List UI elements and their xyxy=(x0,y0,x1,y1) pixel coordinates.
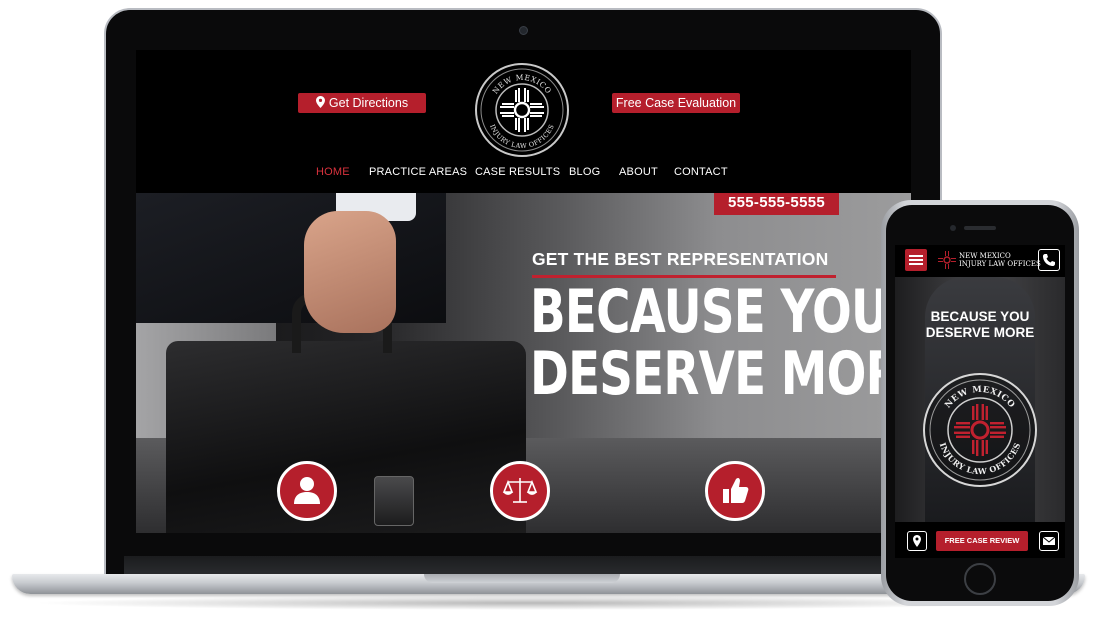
mobile-headline-line1: BECAUSE YOU xyxy=(930,309,1030,324)
mobile-seal-logo: NEW MEXICO INJURY LAW OFFICES xyxy=(922,372,1038,488)
hero-banner: 555-555-5555 GET THE BEST REPRESENTATION… xyxy=(136,193,911,533)
hero-tagline: GET THE BEST REPRESENTATION xyxy=(532,249,829,269)
phone-icon[interactable] xyxy=(1038,249,1060,271)
menu-icon[interactable] xyxy=(905,249,927,271)
nav-item-practice-areas[interactable]: PRACTICE AREAS xyxy=(369,166,467,178)
phone-camera xyxy=(950,225,956,231)
free-case-evaluation-button[interactable]: Free Case Evaluation xyxy=(612,93,740,113)
site-logo[interactable]: NEW MEXICO INJURY LAW OFFICES xyxy=(474,62,570,158)
mobile-logo-line2: INJURY LAW OFFICES xyxy=(959,260,1041,268)
hero-hand xyxy=(304,211,396,333)
mobile-hero: BECAUSE YOU DESERVE MORE NEW MEXICO INJU… xyxy=(895,277,1065,522)
nav-item-case-results[interactable]: CASE RESULTS xyxy=(475,166,560,178)
person-icon[interactable] xyxy=(277,461,337,521)
mail-icon[interactable] xyxy=(1039,531,1059,551)
hero-briefcase-image xyxy=(166,341,526,533)
phone-speaker xyxy=(964,226,996,230)
mobile-headline: BECAUSE YOU DESERVE MORE xyxy=(895,309,1065,341)
nav-item-about[interactable]: ABOUT xyxy=(619,166,658,178)
get-directions-label: Get Directions xyxy=(328,96,409,110)
briefcase-latch xyxy=(374,476,414,526)
phone-number-badge[interactable]: 555-555-5555 xyxy=(714,193,839,215)
map-pin-icon xyxy=(315,94,325,114)
map-pin-icon[interactable] xyxy=(907,531,927,551)
laptop-shadow xyxy=(30,596,1030,610)
phone-home-button[interactable] xyxy=(964,563,996,595)
mobile-header: NEW MEXICO INJURY LAW OFFICES xyxy=(895,245,1065,277)
thumbs-up-icon[interactable] xyxy=(705,461,765,521)
hero-headline-line1: BECAUSE YOU xyxy=(530,277,889,347)
laptop-camera xyxy=(519,26,528,35)
mobile-footer-bar: FREE CASE REVIEW xyxy=(895,522,1065,558)
mobile-logo-mark xyxy=(938,251,956,269)
desktop-website-screen: Get Directions Free Case Evaluation NEW … xyxy=(136,50,911,533)
mobile-logo-text[interactable]: NEW MEXICO INJURY LAW OFFICES xyxy=(959,252,1041,268)
free-case-review-button[interactable]: FREE CASE REVIEW xyxy=(936,531,1028,551)
mobile-logo-line1: NEW MEXICO xyxy=(959,252,1011,260)
get-directions-button[interactable]: Get Directions xyxy=(298,93,426,113)
mobile-headline-line2: DESERVE MORE xyxy=(925,325,1035,340)
free-case-evaluation-label: Free Case Evaluation xyxy=(615,96,737,110)
nav-item-home[interactable]: HOME xyxy=(316,166,350,178)
hero-headline: BECAUSE YOU DESERVE MORE xyxy=(530,277,911,409)
hero-headline-line2: DESERVE MORE xyxy=(530,339,911,409)
nav-item-contact[interactable]: CONTACT xyxy=(674,166,728,178)
laptop-notch xyxy=(424,574,620,583)
scales-icon[interactable] xyxy=(490,461,550,521)
nav-item-blog[interactable]: BLOG xyxy=(569,166,600,178)
mobile-website-screen: NEW MEXICO INJURY LAW OFFICES BECAUSE YO… xyxy=(895,245,1065,558)
